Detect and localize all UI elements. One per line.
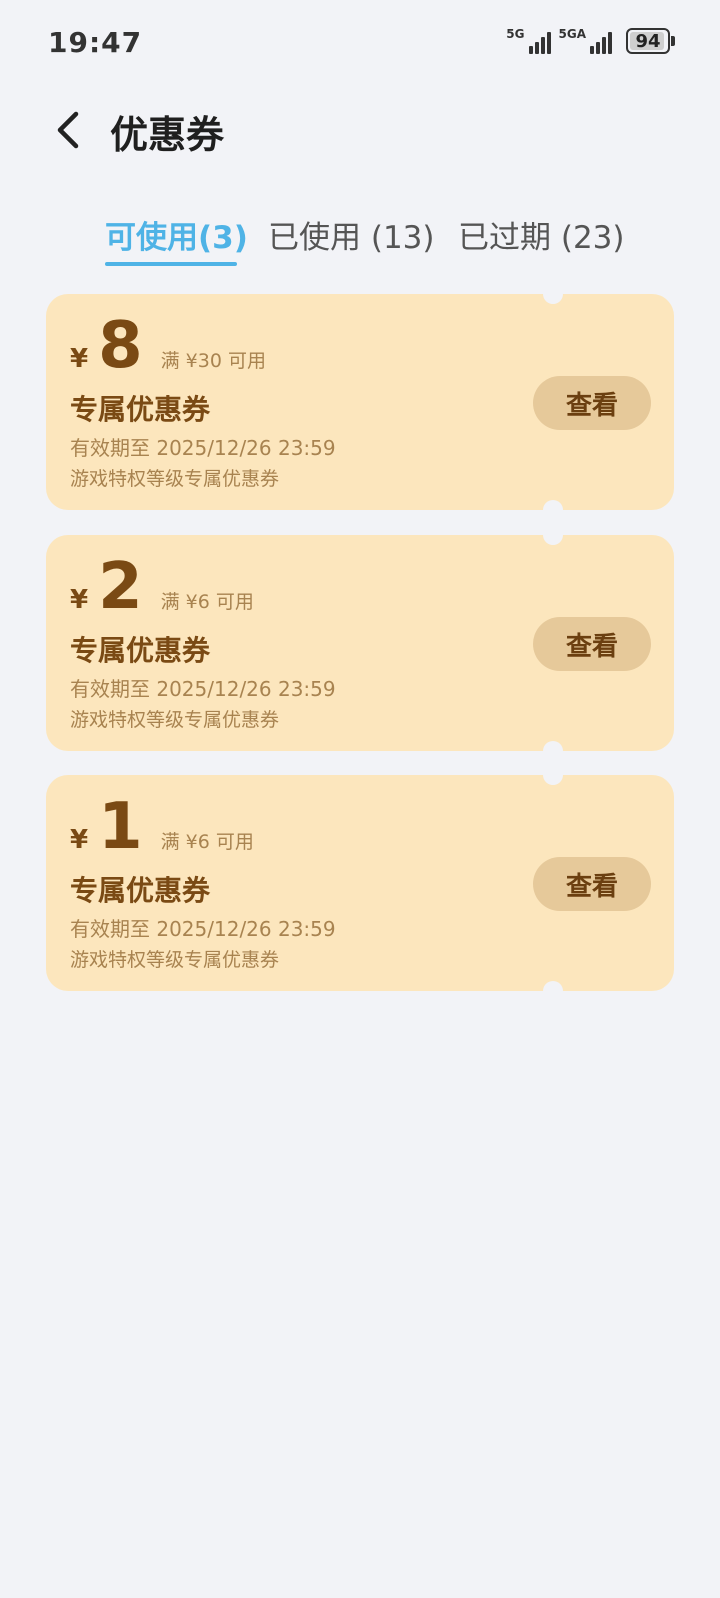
coupon-threshold: 满 ¥6 可用 (160, 831, 254, 853)
coupon-description: 游戏特权等级专属优惠券 (70, 709, 280, 731)
coupon-amount: 1 (98, 790, 143, 864)
active-tab-indicator (105, 262, 237, 266)
currency-symbol: ¥ (70, 825, 89, 855)
tab-expired[interactable]: 已过期 (23) (458, 212, 625, 257)
coupon-description: 游戏特权等级专属优惠券 (70, 949, 280, 971)
tab-used[interactable]: 已使用 (13) (268, 212, 435, 257)
view-coupon-button[interactable]: 查看 (533, 617, 651, 671)
coupon-amount-row: ¥ 1 满 ¥6 可用 (70, 791, 254, 863)
coupon-description: 游戏特权等级专属优惠券 (70, 468, 280, 490)
status-icons: 5G 5GA 94 (506, 28, 675, 54)
coupon-name: 专属优惠券 (70, 634, 211, 667)
coupon-card: ¥ 1 满 ¥6 可用 专属优惠券 有效期至 2025/12/26 23:59 … (46, 765, 674, 1001)
currency-symbol: ¥ (70, 344, 89, 374)
coupon-amount: 2 (98, 550, 143, 624)
header: 优惠券 (0, 90, 720, 170)
currency-symbol: ¥ (70, 585, 89, 615)
page-title: 优惠券 (110, 113, 225, 157)
status-time: 19:47 (48, 26, 143, 59)
coupon-tabs: 可使用(3) 已使用 (13) 已过期 (23) (0, 212, 720, 272)
status-bar: 19:47 5G 5GA 94 (0, 0, 720, 88)
back-button[interactable] (44, 106, 92, 154)
signal-5g-icon: 5G (506, 28, 551, 54)
coupon-name: 专属优惠券 (70, 874, 211, 907)
coupon-card: ¥ 8 满 ¥30 可用 专属优惠券 有效期至 2025/12/26 23:59… (46, 284, 674, 520)
coupon-threshold: 满 ¥30 可用 (160, 350, 266, 372)
coupon-card: ¥ 2 满 ¥6 可用 专属优惠券 有效期至 2025/12/26 23:59 … (46, 525, 674, 761)
signal-5ga-icon: 5GA (559, 28, 612, 54)
coupon-expiry: 有效期至 2025/12/26 23:59 (70, 436, 336, 460)
battery-icon: 94 (626, 28, 675, 54)
battery-level: 94 (635, 30, 661, 52)
coupon-name: 专属优惠券 (70, 393, 211, 426)
coupon-amount: 8 (98, 309, 143, 383)
coupon-expiry: 有效期至 2025/12/26 23:59 (70, 917, 336, 941)
coupon-amount-row: ¥ 2 满 ¥6 可用 (70, 551, 254, 623)
view-coupon-button[interactable]: 查看 (533, 857, 651, 911)
coupon-amount-row: ¥ 8 满 ¥30 可用 (70, 310, 266, 382)
view-coupon-button[interactable]: 查看 (533, 376, 651, 430)
coupon-expiry: 有效期至 2025/12/26 23:59 (70, 677, 336, 701)
coupon-threshold: 满 ¥6 可用 (160, 591, 254, 613)
chevron-left-icon (57, 111, 79, 149)
tab-available[interactable]: 可使用(3) (105, 212, 248, 257)
